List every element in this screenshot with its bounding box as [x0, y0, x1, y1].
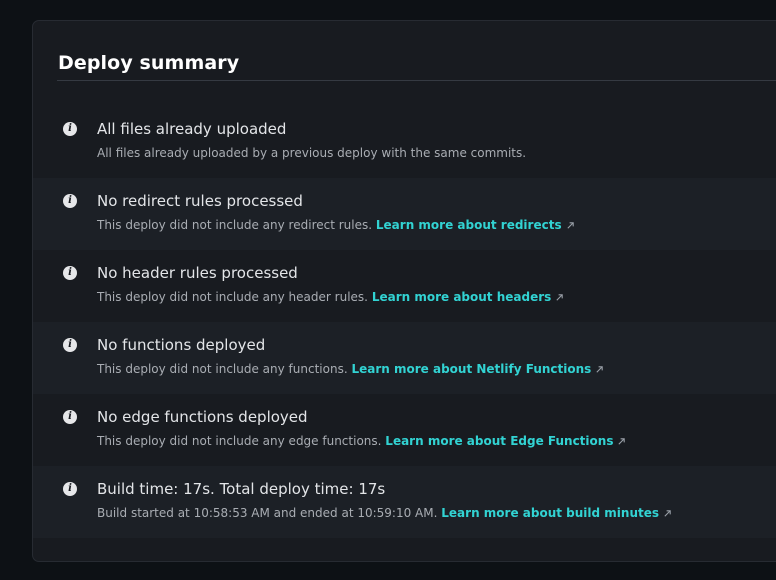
summary-item-description: All files already uploaded by a previous…	[97, 146, 526, 160]
summary-item-build-time: i Build time: 17s. Total deploy time: 17…	[33, 466, 776, 538]
summary-item-description: This deploy did not include any edge fun…	[97, 434, 626, 448]
summary-item-description: This deploy did not include any redirect…	[97, 218, 575, 232]
summary-item-redirects: i No redirect rules processed This deplo…	[33, 178, 776, 250]
learn-more-build-minutes-link[interactable]: Learn more about build minutes	[441, 506, 672, 520]
summary-item-title: No header rules processed	[97, 264, 298, 282]
description-text: This deploy did not include any edge fun…	[97, 434, 382, 448]
summary-item-title: No redirect rules processed	[97, 192, 303, 210]
summary-item-title: All files already uploaded	[97, 120, 287, 138]
summary-item-files-uploaded: i All files already uploaded All files a…	[33, 106, 776, 178]
summary-item-description: This deploy did not include any function…	[97, 362, 604, 376]
learn-more-edge-functions-link[interactable]: Learn more about Edge Functions	[385, 434, 626, 448]
link-label: Learn more about headers	[371, 290, 552, 304]
learn-more-redirects-link[interactable]: Learn more about redirects	[376, 218, 575, 232]
description-text: This deploy did not include any header r…	[97, 290, 368, 304]
link-label: Learn more about build minutes	[441, 506, 660, 520]
card-title: Deploy summary	[58, 52, 240, 74]
external-link-icon	[596, 366, 604, 373]
description-text: This deploy did not include any redirect…	[97, 218, 373, 232]
info-icon: i	[63, 266, 77, 280]
summary-item-functions: i No functions deployed This deploy did …	[33, 322, 776, 394]
link-label: Learn more about redirects	[375, 218, 562, 232]
external-link-icon	[567, 222, 574, 229]
summary-item-title: Build time: 17s. Total deploy time: 17s	[97, 480, 386, 498]
summary-item-headers: i No header rules processed This deploy …	[33, 250, 776, 322]
summary-item-description: Build started at 10:58:53 AM and ended a…	[97, 506, 672, 520]
info-icon: i	[63, 482, 77, 496]
learn-more-headers-link[interactable]: Learn more about headers	[372, 290, 564, 304]
external-link-icon	[618, 438, 626, 445]
link-label: Learn more about Netlify Functions	[351, 362, 592, 376]
summary-item-title: No functions deployed	[97, 336, 266, 354]
learn-more-functions-link[interactable]: Learn more about Netlify Functions	[351, 362, 604, 376]
external-link-icon	[664, 510, 671, 517]
summary-item-edge-functions: i No edge functions deployed This deploy…	[33, 394, 776, 466]
external-link-icon	[556, 294, 564, 301]
info-icon: i	[63, 410, 77, 424]
title-divider	[57, 80, 776, 81]
info-icon: i	[63, 338, 77, 352]
description-text: Build started at 10:58:53 AM and ended a…	[97, 506, 438, 520]
link-label: Learn more about Edge Functions	[385, 434, 614, 448]
description-text: This deploy did not include any function…	[97, 362, 348, 376]
description-text: All files already uploaded by a previous…	[97, 146, 527, 160]
info-icon: i	[63, 122, 77, 136]
info-icon: i	[63, 194, 77, 208]
summary-item-description: This deploy did not include any header r…	[97, 290, 564, 304]
deploy-summary-card: Deploy summary i All files already uploa…	[32, 20, 776, 562]
summary-item-title: No edge functions deployed	[97, 408, 308, 426]
summary-list: i All files already uploaded All files a…	[33, 106, 776, 538]
